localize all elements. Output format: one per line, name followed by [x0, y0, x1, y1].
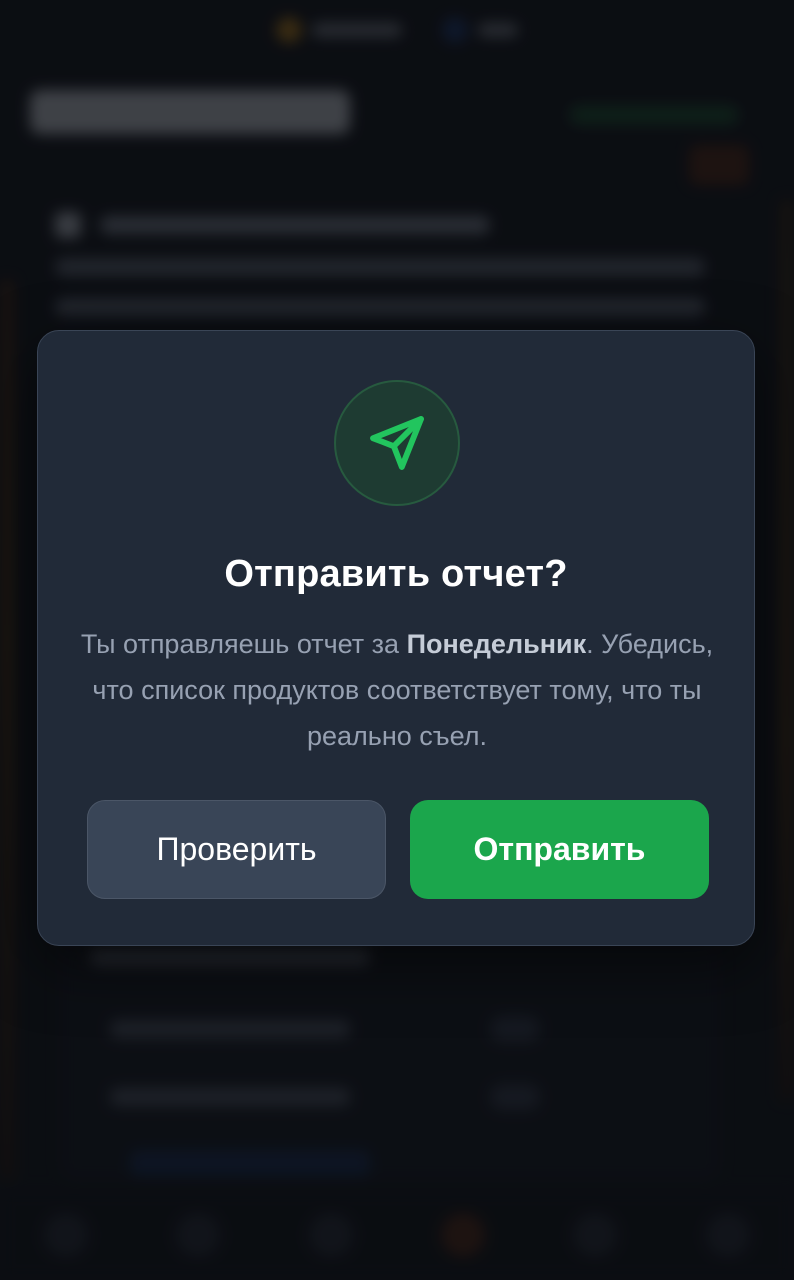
send-button[interactable]: Отправить: [410, 800, 709, 899]
confirm-send-dialog: Отправить отчет? Ты отправляешь отчет за…: [37, 330, 755, 946]
dialog-title: Отправить отчет?: [224, 553, 568, 595]
screen: Отправить отчет? Ты отправляешь отчет за…: [0, 0, 794, 1280]
send-icon: [370, 416, 424, 470]
send-icon-circle: [334, 380, 460, 506]
dialog-message: Ты отправляешь отчет за Понедельник. Убе…: [78, 621, 716, 759]
dialog-message-start: Ты отправляешь отчет за: [80, 629, 407, 659]
report-day: Понедельник: [406, 629, 587, 659]
check-button[interactable]: Проверить: [87, 800, 386, 899]
